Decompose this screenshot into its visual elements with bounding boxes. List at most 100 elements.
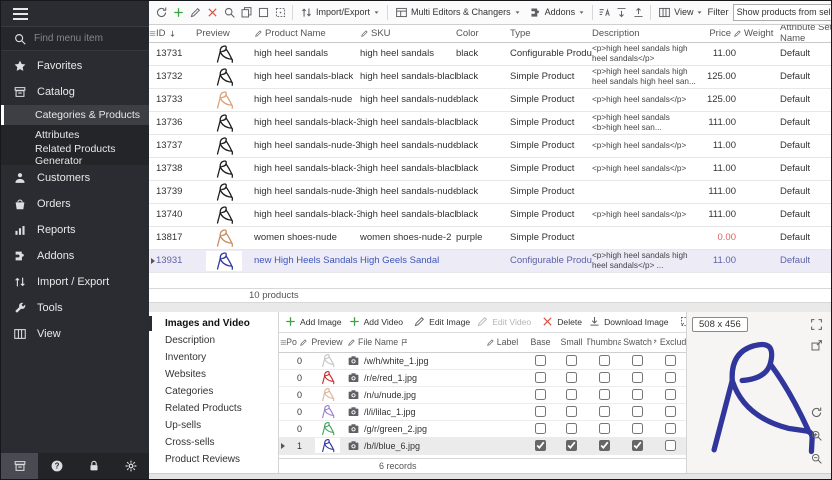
sidebar-item-tools[interactable]: Tools [1,295,149,321]
sidebar-item-customers[interactable]: Customers [1,165,149,191]
exclude-checkbox[interactable] [665,389,676,400]
edit-button[interactable] [187,3,204,22]
product-row[interactable]: 13733high heel sandals-nudehigh heel san… [149,89,831,112]
download-image-button[interactable]: Download Image [585,313,672,330]
swatch-checkbox[interactable] [632,372,643,383]
row-collapse-button[interactable] [630,3,647,22]
sidebar-item-categories-products[interactable]: Categories & Products [1,105,149,125]
footer-store-button[interactable] [1,453,38,479]
sidebar-item-addons[interactable]: Addons [1,243,149,269]
column-header-type[interactable]: Type [510,28,592,39]
product-row[interactable]: 13739high heel sandals-nude-37high heel … [149,181,831,204]
thumbnail-checkbox[interactable] [599,440,610,451]
small-checkbox[interactable] [566,406,577,417]
tab-inventory[interactable]: Inventory [149,349,278,366]
footer-lock-button[interactable] [75,453,112,479]
product-row[interactable]: 13732high heel sandals-blackhigh heel sa… [149,66,831,89]
row-expand-button[interactable] [613,3,630,22]
base-checkbox[interactable] [535,372,546,383]
product-row[interactable]: 13931new High Heels SandalsHigh Geels Sa… [149,250,831,273]
sidebar-item-related-products-generator[interactable]: Related Products Generator [1,145,149,165]
zoom-in-button[interactable] [810,429,825,444]
column-header-weight[interactable]: Weight [744,28,780,39]
set-resize-rule-button[interactable]: Set Resize Rule [676,313,686,330]
import-export-menu-button[interactable]: Import/Export [296,3,384,22]
multi-editors-changers-menu-button[interactable]: Multi Editors & Changers [391,3,525,22]
swatch-checkbox[interactable] [632,389,643,400]
add-video-button[interactable]: Add Video [345,313,407,330]
tab-cross-sells[interactable]: Cross-sells [149,434,278,451]
edit-image-button[interactable]: Edit Image [410,313,473,330]
image-row[interactable]: 0/r/e/red_1.jpg [279,370,686,387]
sidebar-item-import-export[interactable]: Import / Export [1,269,149,295]
open-external-button[interactable] [810,339,825,354]
column-header-preview[interactable]: Preview [196,28,254,39]
sidebar-item-catalog[interactable]: Catalog [1,79,149,105]
product-row[interactable]: 13731high heel sandalshigh heel sandalsb… [149,43,831,66]
tab-related-products[interactable]: Related Products [149,400,278,417]
sidebar-item-orders[interactable]: Orders [1,191,149,217]
column-header-base[interactable]: Base [525,337,556,347]
add-image-button[interactable]: Add Image [281,313,345,330]
delete-button[interactable] [204,3,221,22]
column-header-thumbnail[interactable]: Thumbna [587,337,621,347]
small-checkbox[interactable] [566,389,577,400]
column-header-price[interactable]: Price [702,28,744,39]
base-checkbox[interactable] [535,440,546,451]
swatch-checkbox[interactable] [632,355,643,366]
small-checkbox[interactable] [566,372,577,383]
thumbnail-checkbox[interactable] [599,389,610,400]
small-checkbox[interactable] [566,440,577,451]
footer-gear-button[interactable] [112,453,149,479]
duplicate-button[interactable] [238,3,255,22]
column-header-product-name[interactable]: Product Name [254,28,360,39]
base-checkbox[interactable] [535,406,546,417]
sidebar-search-input[interactable]: Find menu item [1,27,149,51]
category-filter-select[interactable]: Show products from selected categories [733,4,831,21]
tab-categories[interactable]: Categories [149,383,278,400]
product-row[interactable]: 13740high heel sandals-black-38high heel… [149,204,831,227]
small-checkbox[interactable] [566,423,577,434]
image-row[interactable]: 1/b/l/blue_6.jpg [279,438,686,455]
view-menu-button[interactable]: View [654,3,707,22]
column-header-attribute-set[interactable]: Attribute Set Name [780,25,831,45]
exclude-checkbox[interactable] [665,440,676,451]
exclude-checkbox[interactable] [665,423,676,434]
column-header-position[interactable]: Po [287,337,307,347]
search-button[interactable] [221,3,238,22]
base-checkbox[interactable] [535,355,546,366]
image-row[interactable]: 0/l/i/lilac_1.jpg [279,404,686,421]
sidebar-item-favorites[interactable]: Favorites [1,53,149,79]
exclude-checkbox[interactable] [665,406,676,417]
product-row[interactable]: 13738high heel sandals-black-37high heel… [149,158,831,181]
tab-description[interactable]: Description [149,332,278,349]
column-header-img-preview[interactable]: Preview [307,337,347,347]
swatch-checkbox[interactable] [632,423,643,434]
base-checkbox[interactable] [535,389,546,400]
thumbnail-checkbox[interactable] [599,372,610,383]
column-header-label[interactable]: Label [479,337,525,347]
column-header-sku[interactable]: SKU [360,28,456,39]
exclude-checkbox[interactable] [665,355,676,366]
tab-images-and-video[interactable]: Images and Video [149,315,278,332]
sidebar-item-attributes[interactable]: Attributes [1,125,149,145]
edit-video-button[interactable]: Edit Video [473,313,534,330]
delete-button[interactable]: Delete [538,313,585,330]
fit-screen-button[interactable] [810,318,825,333]
column-header-id[interactable]: ID [156,28,196,39]
zoom-out-button[interactable] [810,452,825,467]
product-row[interactable]: 13737high heel sandals-nude-36high heel … [149,135,831,158]
exclude-checkbox[interactable] [665,372,676,383]
swatch-checkbox[interactable] [632,406,643,417]
tab-websites[interactable]: Websites [149,366,278,383]
thumbnail-checkbox[interactable] [599,355,610,366]
rotate-button[interactable] [810,406,825,421]
footer-help-button[interactable]: ? [38,453,75,479]
column-header-file-name[interactable]: File Name [347,337,479,347]
sort-text-button[interactable] [596,3,613,22]
thumbnail-checkbox[interactable] [599,423,610,434]
thumbnail-checkbox[interactable] [599,406,610,417]
base-checkbox[interactable] [535,423,546,434]
small-checkbox[interactable] [566,355,577,366]
sidebar-item-view[interactable]: View [1,321,149,347]
